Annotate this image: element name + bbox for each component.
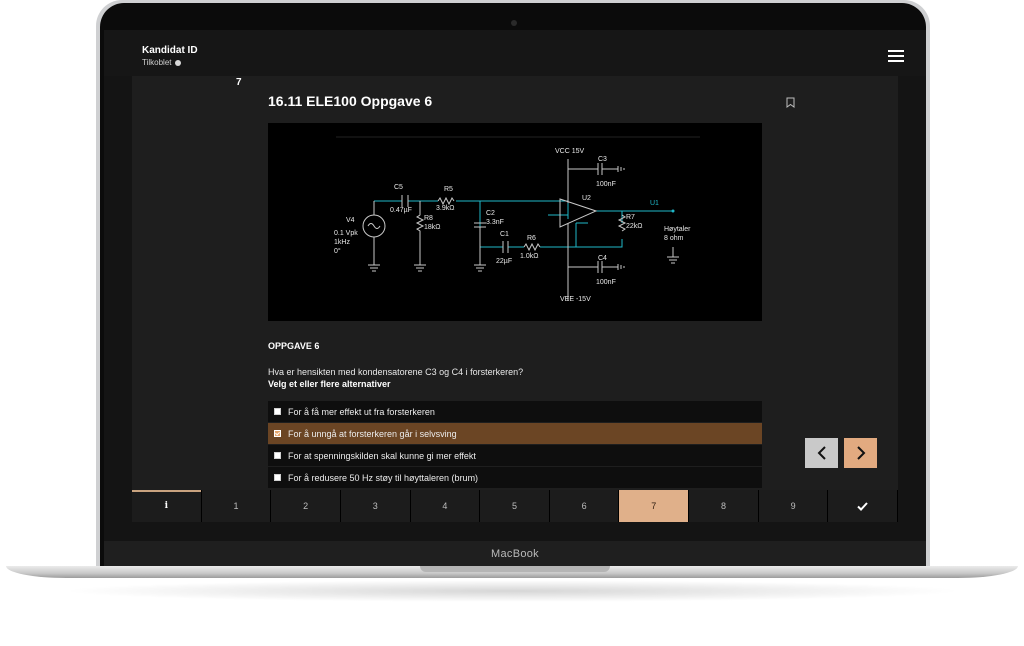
exam-screen: Kandidat ID Tilkoblet 7 16.11 ELE100 Opp… [104, 30, 926, 541]
previous-button[interactable] [805, 438, 838, 468]
u2-label: U2 [582, 195, 591, 202]
status-dot-icon [174, 59, 181, 66]
circuit-diagram: VCC 15V C3 100nF U2 U1 R7 22kΩ Høytaler … [268, 123, 762, 321]
candidate-id-label: Kandidat ID [142, 45, 198, 56]
connection-status-text: Tilkoblet [142, 58, 172, 67]
r7-value: 22kΩ [626, 223, 643, 230]
c4-name: C4 [598, 255, 607, 262]
laptop-notch [420, 566, 610, 572]
tab-question-8[interactable]: 8 [689, 490, 759, 522]
tab-question-2[interactable]: 2 [271, 490, 341, 522]
v4-amplitude: 0.1 Vpk [334, 230, 358, 237]
r8-name: R8 [424, 215, 433, 222]
question-instruction: Velg et eller flere alternativer [268, 379, 391, 389]
c2-value: 3.3nF [486, 219, 504, 226]
r7-name: R7 [626, 214, 635, 221]
answer-option-label: For å unngå at forsterkeren går i selvsv… [288, 428, 457, 439]
question-navigation: i 1 2 3 4 5 6 7 8 9 [132, 490, 899, 522]
tab-question-9[interactable]: 9 [758, 490, 829, 522]
tab-finish[interactable] [828, 490, 899, 522]
laptop-chin: MacBook [104, 541, 926, 567]
connection-status: Tilkoblet [142, 58, 181, 67]
tab-question-6[interactable]: 6 [549, 490, 620, 522]
laptop-shadow [60, 580, 964, 602]
next-button[interactable] [844, 438, 877, 468]
top-bar: Kandidat ID Tilkoblet [104, 30, 926, 76]
answer-option[interactable]: For å få mer effekt ut fra forsterkeren [268, 401, 762, 422]
camera-icon [511, 20, 517, 26]
tab-question-5[interactable]: 5 [480, 490, 550, 522]
speaker-impedance: 8 ohm [664, 235, 684, 242]
answer-option-label: For å få mer effekt ut fra forsterkeren [288, 406, 435, 417]
answer-option[interactable]: For å redusere 50 Hz støy til høyttalere… [268, 467, 762, 488]
tab-info[interactable]: i [132, 490, 202, 522]
answer-options: For å få mer effekt ut fra forsterkeren … [268, 401, 762, 489]
c3-name: C3 [598, 156, 607, 163]
answer-option-label: For at spenningskilden skal kunne gi mer… [288, 450, 476, 461]
r6-name: R6 [527, 235, 536, 242]
checkbox-checked[interactable] [274, 430, 281, 437]
c1-name: C1 [500, 231, 509, 238]
question-text: Hva er hensikten med kondensatorene C3 o… [268, 367, 524, 377]
question-number: 7 [236, 77, 242, 88]
c5-value: 0.47µF [390, 207, 412, 214]
laptop-mockup: Kandidat ID Tilkoblet 7 16.11 ELE100 Opp… [0, 0, 1024, 646]
tab-question-7[interactable]: 7 [619, 490, 690, 522]
section-heading: OPPGAVE 6 [268, 341, 320, 351]
v4-frequency: 1kHz [334, 239, 350, 246]
output-label: U1 [650, 200, 659, 207]
v4-phase: 0° [334, 247, 341, 255]
vcc-label: VCC 15V [555, 148, 585, 155]
c4-value: 100nF [596, 279, 616, 286]
hamburger-menu-icon[interactable] [888, 50, 904, 63]
c2-name: C2 [486, 210, 495, 217]
answer-option[interactable]: For at spenningskilden skal kunne gi mer… [268, 445, 762, 466]
r5-value: 3.9kΩ [436, 205, 454, 212]
question-title: 16.11 ELE100 Oppgave 6 [268, 93, 433, 109]
checkbox[interactable] [274, 408, 281, 415]
c1-value: 22µF [496, 258, 512, 265]
c3-value: 100nF [596, 181, 616, 188]
device-brand-label: MacBook [491, 548, 539, 560]
checkbox[interactable] [274, 474, 281, 481]
r5-name: R5 [444, 186, 453, 193]
tab-question-3[interactable]: 3 [340, 490, 411, 522]
checkmark-icon [857, 501, 868, 511]
answer-option-label: For å redusere 50 Hz støy til høyttalere… [288, 472, 479, 483]
tab-question-4[interactable]: 4 [410, 490, 481, 522]
speaker-label: Høytaler [664, 226, 691, 233]
bookmark-icon[interactable] [786, 97, 795, 108]
r8-value: 18kΩ [424, 224, 441, 231]
amplifier-schematic: VCC 15V C3 100nF U2 U1 R7 22kΩ Høytaler … [334, 136, 700, 303]
chevron-right-icon [856, 446, 865, 460]
c5-name: C5 [394, 184, 403, 191]
checkbox[interactable] [274, 452, 281, 459]
tab-question-1[interactable]: 1 [201, 490, 272, 522]
chevron-left-icon [817, 446, 826, 460]
answer-option-selected[interactable]: For å unngå at forsterkeren går i selvsv… [268, 423, 762, 444]
r6-value: 1.0kΩ [520, 253, 538, 260]
vee-label: VEE -15V [560, 296, 591, 303]
v4-name: V4 [346, 217, 355, 224]
